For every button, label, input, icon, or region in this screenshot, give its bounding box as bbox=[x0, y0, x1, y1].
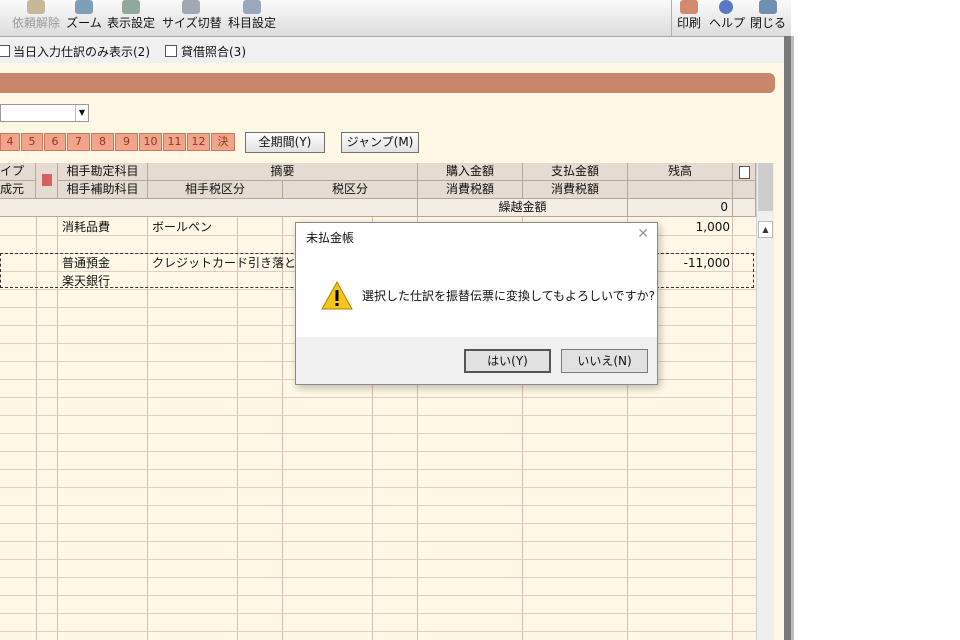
clipboard-icon[interactable] bbox=[738, 166, 750, 179]
dialog-title: 未払金帳 bbox=[306, 231, 355, 245]
header-bar bbox=[0, 73, 775, 93]
carry-over-value: 0 bbox=[628, 199, 733, 217]
window-shadow bbox=[791, 36, 794, 640]
carry-over-filler bbox=[0, 199, 418, 217]
chevron-down-icon[interactable]: ▼ bbox=[75, 105, 88, 121]
header-blank bbox=[628, 181, 733, 199]
month-tab[interactable]: 5 bbox=[21, 133, 43, 151]
month-tab[interactable]: 10 bbox=[139, 133, 162, 151]
stamp-icon bbox=[27, 0, 45, 14]
reconcile-label: 貸借照合(3) bbox=[181, 45, 246, 59]
toolbar-display-settings-button[interactable]: 表示設定 bbox=[105, 0, 157, 36]
month-tab[interactable]: 7 bbox=[67, 133, 90, 151]
grid-line bbox=[0, 433, 756, 434]
carry-over-blank bbox=[733, 199, 756, 217]
account-settings-icon bbox=[243, 0, 261, 14]
grid-line bbox=[0, 487, 756, 488]
header-memo-col bbox=[36, 163, 58, 199]
toolbar-resize-button[interactable]: サイズ切替 bbox=[162, 0, 222, 36]
header-source: 成元 bbox=[0, 181, 36, 199]
header-partner-tax-class: 相手税区分 bbox=[148, 181, 283, 199]
scrollbar-thumb[interactable] bbox=[758, 163, 773, 211]
header-account: 相手勘定科目 bbox=[58, 163, 148, 181]
dialog-footer: はい(Y) いいえ(N) bbox=[296, 337, 657, 384]
display-settings-icon bbox=[122, 0, 140, 14]
row2-account[interactable]: 普通預金 bbox=[62, 255, 110, 271]
close-icon[interactable]: ✕ bbox=[637, 226, 649, 242]
confirm-dialog: 未払金帳 ✕ 選択した仕訳を振替伝票に変換してもよろしいですか? はい(Y) い… bbox=[295, 222, 658, 385]
today-only-label: 当日入力仕訳のみ表示(2) bbox=[13, 45, 150, 59]
toolbar-label: 表示設定 bbox=[106, 16, 155, 30]
row1-summary[interactable]: ボールペン bbox=[152, 219, 212, 235]
header-sub-account: 相手補助科目 bbox=[58, 181, 148, 199]
row1-account[interactable]: 消耗品費 bbox=[62, 219, 110, 235]
dialog-message: 選択した仕訳を振替伝票に変換してもよろしいですか? bbox=[362, 289, 656, 303]
toolbar-close-button[interactable]: 閉じる bbox=[750, 0, 786, 36]
toolbar: 依頼解除 ズーム 表示設定 サイズ切替 科目設定 印刷 ヘルプ 閉じる bbox=[0, 0, 791, 37]
month-tab[interactable]: 12 bbox=[187, 133, 210, 151]
header-type: イプ bbox=[0, 163, 36, 181]
today-only-checkbox[interactable] bbox=[0, 45, 10, 57]
zoom-icon bbox=[75, 0, 93, 14]
period-select[interactable]: ▼ bbox=[0, 104, 89, 122]
jump-button[interactable]: ジャンプ(M) bbox=[341, 132, 419, 153]
month-tab[interactable]: 4 bbox=[0, 133, 20, 151]
month-tab[interactable]: 決 bbox=[211, 133, 235, 151]
grid-line bbox=[0, 469, 756, 470]
header-blank bbox=[733, 181, 756, 199]
grid-line bbox=[0, 397, 756, 398]
resize-icon bbox=[182, 0, 200, 14]
header-tax-class: 税区分 bbox=[283, 181, 418, 199]
toolbar-help-button[interactable]: ヘルプ bbox=[709, 0, 746, 36]
scroll-up-arrow-icon[interactable]: ▲ bbox=[758, 221, 773, 238]
help-icon bbox=[719, 0, 733, 14]
grid-line bbox=[0, 523, 756, 524]
header-payment: 支払金額 bbox=[523, 163, 628, 181]
month-tab[interactable]: 9 bbox=[115, 133, 138, 151]
printer-icon bbox=[680, 0, 698, 14]
header-clip-col bbox=[733, 163, 756, 181]
toolbar-label: 閉じる bbox=[750, 16, 787, 30]
toolbar-label: ヘルプ bbox=[709, 16, 746, 30]
month-tab[interactable]: 8 bbox=[91, 133, 114, 151]
reconcile-checkbox[interactable] bbox=[165, 45, 177, 57]
grid-line bbox=[0, 541, 756, 542]
grid-line bbox=[0, 595, 756, 596]
toolbar-label: 科目設定 bbox=[227, 16, 276, 30]
yes-button[interactable]: はい(Y) bbox=[464, 349, 551, 373]
toolbar-label: 依頼解除 bbox=[11, 16, 60, 30]
window-border bbox=[784, 36, 791, 640]
grid-line bbox=[0, 451, 756, 452]
header-payment-tax: 消費税額 bbox=[523, 181, 628, 199]
row2-sub-account[interactable]: 楽天銀行 bbox=[62, 273, 110, 289]
toolbar-label: ズーム bbox=[66, 16, 102, 30]
grid-line bbox=[0, 613, 756, 614]
toolbar-zoom-button[interactable]: ズーム bbox=[66, 0, 102, 36]
close-door-icon bbox=[759, 0, 777, 14]
all-period-button[interactable]: 全期間(Y) bbox=[245, 132, 325, 153]
option-bar: 当日入力仕訳のみ表示(2) 貸借照合(3) bbox=[0, 37, 784, 63]
toolbar-separator bbox=[671, 0, 672, 36]
toolbar-label: 印刷 bbox=[676, 16, 701, 30]
toolbar-unrequest-button[interactable]: 依頼解除 bbox=[10, 0, 62, 36]
month-tab[interactable]: 11 bbox=[163, 133, 186, 151]
toolbar-print-button[interactable]: 印刷 bbox=[675, 0, 703, 36]
toolbar-account-settings-button[interactable]: 科目設定 bbox=[226, 0, 278, 36]
header-summary: 摘要 bbox=[148, 163, 418, 181]
no-button[interactable]: いいえ(N) bbox=[561, 349, 648, 373]
grid-line bbox=[0, 631, 756, 632]
grid-line bbox=[0, 577, 756, 578]
month-tab[interactable]: 6 bbox=[44, 133, 66, 151]
vertical-scrollbar[interactable]: ▲ bbox=[756, 163, 774, 640]
note-icon bbox=[41, 174, 52, 186]
header-purchase-tax: 消費税額 bbox=[418, 181, 523, 199]
warning-icon bbox=[321, 281, 353, 310]
header-balance: 残高 bbox=[628, 163, 733, 181]
grid-line bbox=[0, 505, 756, 506]
header-purchase: 購入金額 bbox=[418, 163, 523, 181]
grid-line bbox=[0, 559, 756, 560]
toolbar-label: サイズ切替 bbox=[162, 16, 222, 30]
carry-over-label: 繰越金額 bbox=[418, 199, 628, 217]
grid-line bbox=[0, 415, 756, 416]
